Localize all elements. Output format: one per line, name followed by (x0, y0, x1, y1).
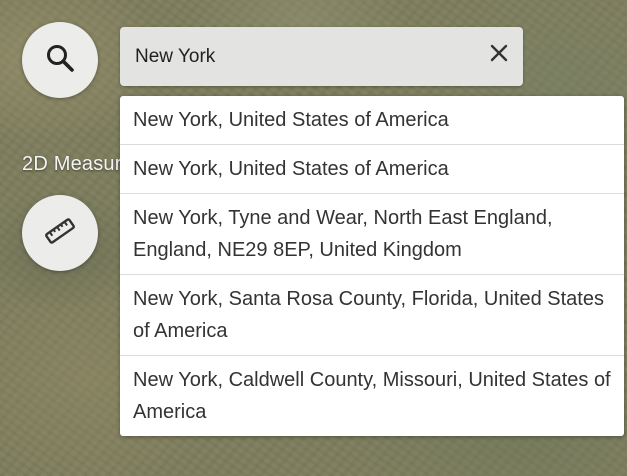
clear-search-button[interactable] (485, 41, 513, 69)
search-result-item[interactable]: New York, United States of America (120, 96, 624, 145)
ruler-icon (43, 214, 77, 253)
search-results-list: New York, United States of America New Y… (120, 96, 624, 436)
search-result-item[interactable]: New York, United States of America (120, 145, 624, 194)
search-result-item[interactable]: New York, Tyne and Wear, North East Engl… (120, 194, 624, 275)
search-icon (45, 43, 75, 78)
search-bar (120, 27, 523, 86)
search-input[interactable] (120, 27, 480, 86)
search-button[interactable] (22, 22, 98, 98)
measure-tool-label: 2D Measure (22, 153, 122, 175)
close-icon (490, 44, 508, 67)
measure-button[interactable] (22, 195, 98, 271)
search-result-item[interactable]: New York, Caldwell County, Missouri, Uni… (120, 356, 624, 436)
search-result-item[interactable]: New York, Santa Rosa County, Florida, Un… (120, 275, 624, 356)
